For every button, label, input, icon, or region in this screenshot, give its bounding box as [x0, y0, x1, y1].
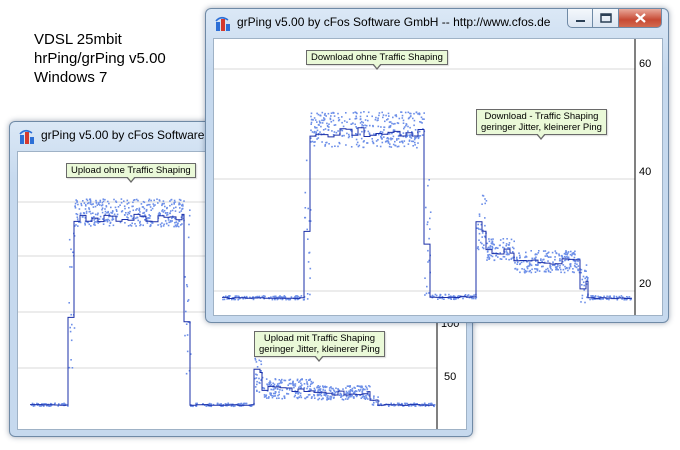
close-icon	[635, 13, 646, 23]
axis-label-40: 40	[639, 166, 652, 178]
caption-software: hrPing/grPing v5.00	[34, 50, 166, 67]
annotation-download-shaping: Download - Traffic Shaping geringer Jitt…	[476, 109, 607, 140]
annotation-upload-no-shaping: Upload ohne Traffic Shaping	[66, 163, 196, 183]
close-button[interactable]	[619, 9, 662, 28]
title-bar[interactable]: grPing v5.00 by cFos Software GmbH -- ht…	[206, 9, 668, 37]
minimize-icon	[576, 20, 585, 22]
grping-app-icon	[215, 16, 230, 31]
download-grping-window[interactable]: grPing v5.00 by cFos Software GmbH -- ht…	[205, 8, 669, 323]
download-ping-graph[interactable]: 60 40 20 Download ohne Traffic Shaping D…	[213, 38, 663, 316]
download-graph-canvas	[214, 39, 636, 315]
window-controls	[567, 9, 662, 28]
maximize-button[interactable]	[593, 9, 619, 28]
axis-label-20: 20	[639, 278, 652, 290]
maximize-icon	[600, 13, 612, 23]
annotation-download-no-shaping: Download ohne Traffic Shaping	[306, 50, 448, 70]
minimize-button[interactable]	[567, 9, 593, 28]
axis-label-60: 60	[639, 58, 652, 70]
caption-os: Windows 7	[34, 69, 108, 86]
axis-label-50: 50	[444, 371, 457, 383]
annotation-upload-shaping: Upload mit Traffic Shaping geringer Jitt…	[254, 331, 385, 362]
grping-app-icon	[19, 129, 34, 144]
caption-connection: VDSL 25mbit	[34, 31, 122, 48]
window-title: grPing v5.00 by cFos Software GmbH -- ht…	[237, 15, 551, 29]
screenshot-caption: VDSL 25mbit hrPing/grPing v5.00 Windows …	[34, 30, 166, 87]
